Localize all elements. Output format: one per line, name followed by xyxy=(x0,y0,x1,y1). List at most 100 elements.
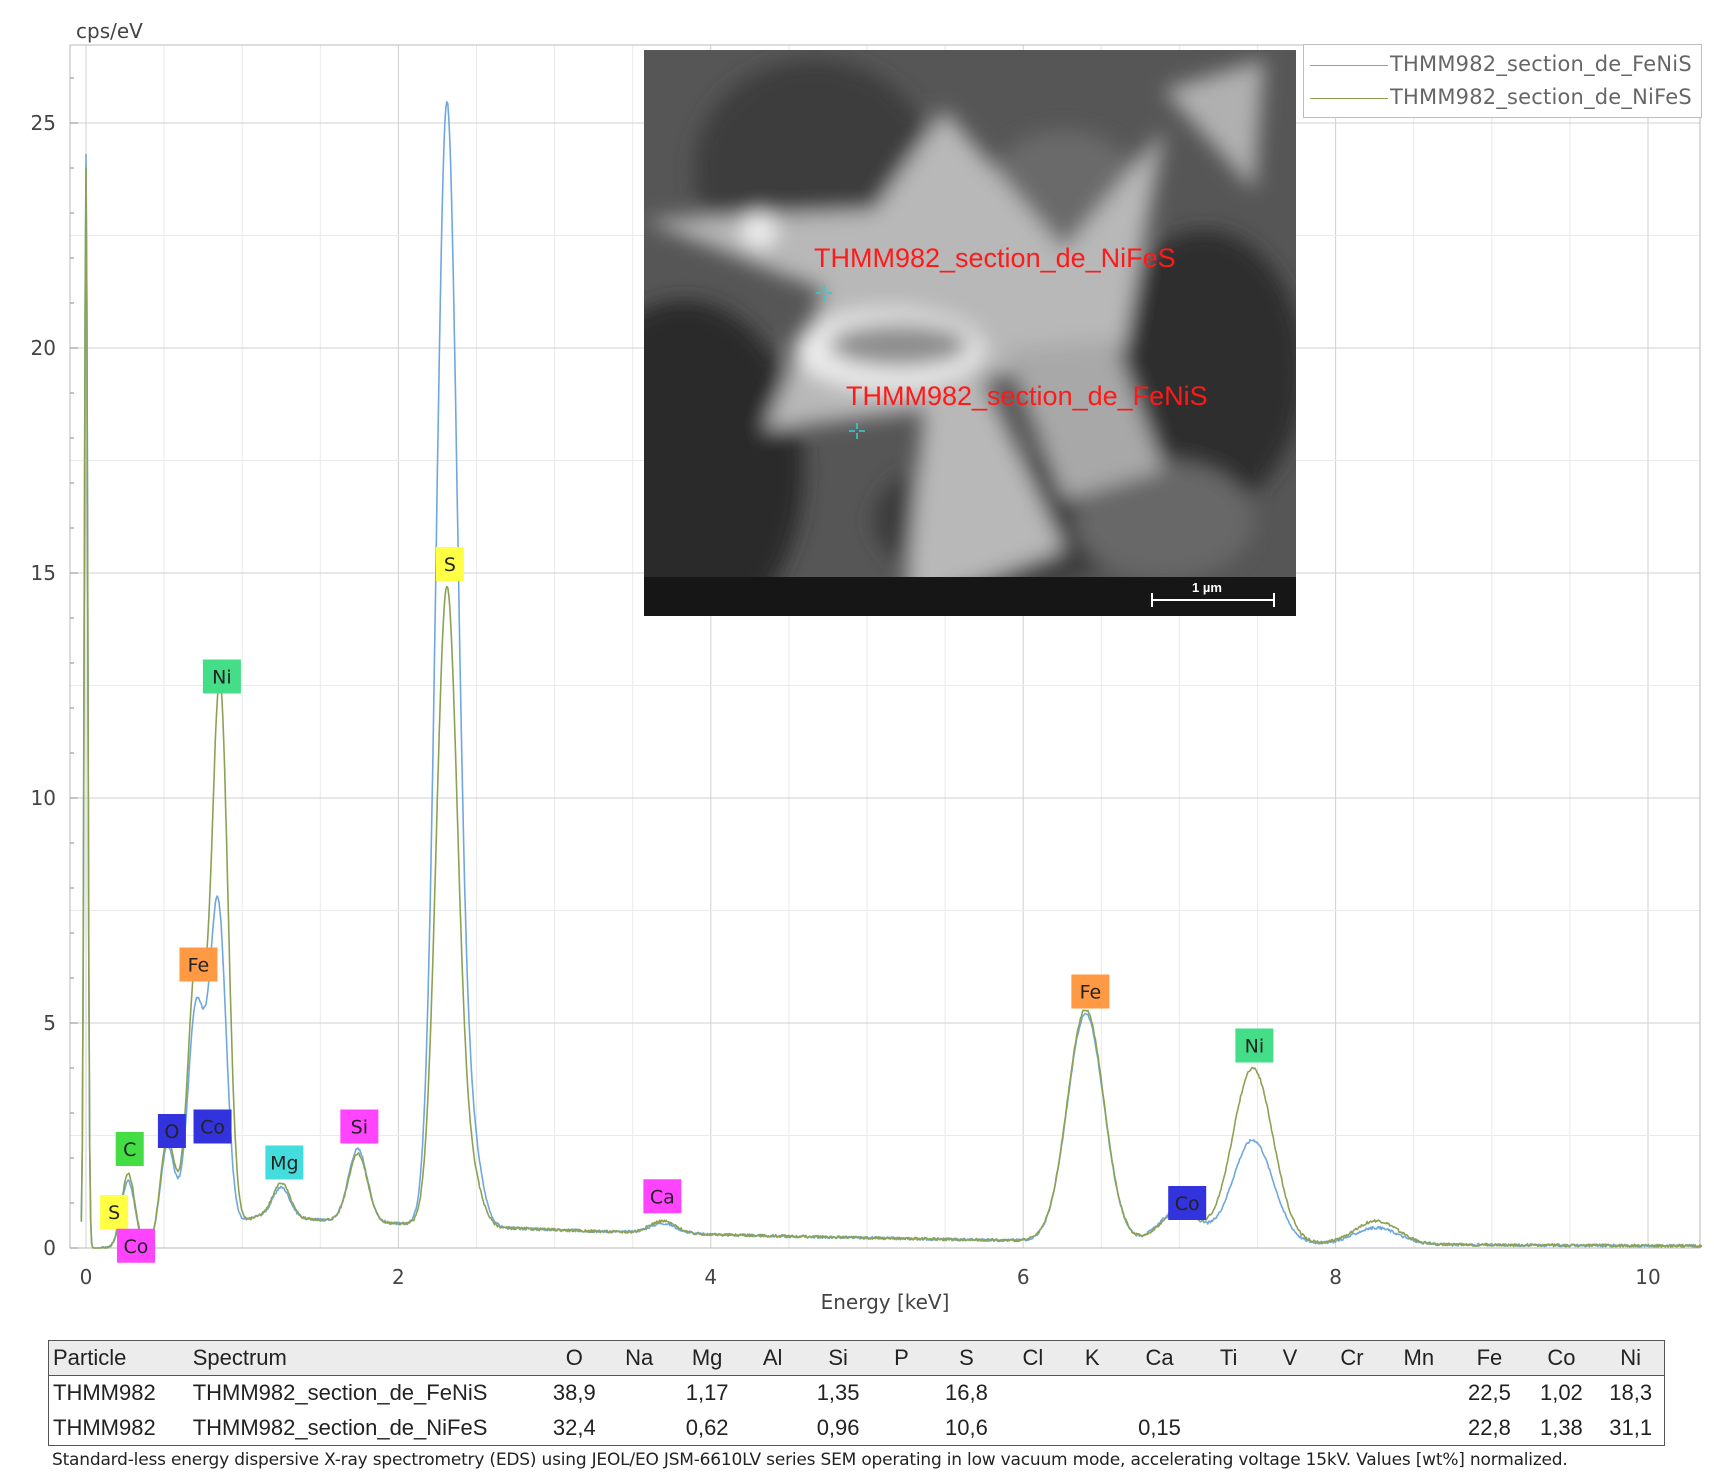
peak-label-ni: Ni xyxy=(202,659,241,694)
table-cell: 31,1 xyxy=(1609,1414,1653,1440)
column-header: Ni xyxy=(1620,1345,1642,1370)
caption: Standard-less energy dispersive X-ray sp… xyxy=(52,1450,1568,1470)
legend-label-fenis: THMM982_section_de_FeNiS xyxy=(1390,52,1692,76)
table-cell: THMM982 xyxy=(53,1380,156,1406)
peak-label-co: Co xyxy=(1168,1186,1207,1220)
eds-spectrum-chart: 0 5 10 15 20 25 0 2 4 6 8 10 S Co C O Co Fe Ni Mg Si S Ca Fe Co… xyxy=(0,0,1714,1330)
y-tick-label: 20 xyxy=(31,336,56,360)
y-axis-label: cps/eV xyxy=(76,19,143,43)
peak-label-text: Co xyxy=(1175,1193,1200,1215)
peak-label-fe: Fe xyxy=(179,947,218,982)
table-cell: THMM982_section_de_NiFeS xyxy=(192,1414,488,1440)
peak-label-ni: Ni xyxy=(1235,1028,1274,1063)
peak-label-text: Ni xyxy=(212,667,232,689)
table-cell: 16,8 xyxy=(945,1380,988,1406)
y-tick-label: 10 xyxy=(31,786,56,810)
sem-point-label-fenis: THMM982_section_de_FeNiS xyxy=(846,381,1208,411)
column-header: Ca xyxy=(1145,1345,1174,1370)
table-cell: 0,96 xyxy=(816,1414,860,1440)
peak-label-o: O xyxy=(157,1114,186,1148)
column-header: P xyxy=(894,1345,909,1370)
table-row: THMM982 THMM982_section_de_NiFeS 32,4 0,62 0… xyxy=(49,1411,1665,1446)
table-cell: 18,3 xyxy=(1609,1380,1653,1406)
table-row: THMM982 THMM982_section_de_FeNiS 38,9 1,17 1… xyxy=(49,1376,1665,1411)
table-cell: 32,4 xyxy=(552,1414,596,1440)
peak-label-text: S xyxy=(444,554,456,576)
table-cell: 22,5 xyxy=(1468,1380,1511,1406)
x-tick-label: 6 xyxy=(1017,1265,1030,1289)
table-cell xyxy=(742,1411,803,1446)
sem-micrograph-inset: THMM982_section_de_NiFeS THMM982_section… xyxy=(644,50,1296,616)
table-cell xyxy=(1062,1411,1121,1446)
table-cell xyxy=(1384,1376,1453,1411)
y-tick-label: 0 xyxy=(43,1236,56,1260)
peak-label-text: Co xyxy=(124,1236,149,1258)
table-cell xyxy=(1003,1376,1062,1411)
peak-labels: SCoCO CoFeNiMgSiSCaFeCoNi xyxy=(100,547,1274,1263)
table-cell xyxy=(873,1376,929,1411)
column-header: Al xyxy=(762,1345,783,1370)
peak-label-text: Si xyxy=(351,1117,368,1139)
y-tick-label: 5 xyxy=(43,1011,56,1035)
x-tick-label: 8 xyxy=(1329,1265,1342,1289)
table-cell: 38,9 xyxy=(552,1380,596,1406)
column-header: V xyxy=(1282,1345,1298,1370)
peak-label-co: Co xyxy=(116,1228,155,1263)
table-cell: 0,15 xyxy=(1138,1414,1181,1440)
table-cell xyxy=(1260,1411,1319,1446)
table-cell xyxy=(1122,1376,1197,1411)
peak-label-s: S xyxy=(100,1195,129,1229)
column-header: Si xyxy=(828,1345,848,1370)
peak-label-ca: Ca xyxy=(643,1179,682,1214)
peak-label-text: Fe xyxy=(1080,982,1102,1004)
legend-line-fenis xyxy=(1310,65,1388,66)
legend-item-fenis: THMM982_section_de_FeNiS xyxy=(1304,50,1701,80)
table-cell xyxy=(1384,1411,1453,1446)
table-cell: 1,02 xyxy=(1539,1380,1583,1406)
chart-legend: THMM982_section_de_FeNiS THMM982_section… xyxy=(1303,44,1702,118)
table-cell xyxy=(1003,1411,1062,1446)
peak-label-text: Mg xyxy=(270,1153,298,1175)
peak-label-fe: Fe xyxy=(1071,974,1110,1009)
column-header: Ti xyxy=(1219,1345,1238,1370)
column-header: S xyxy=(959,1345,974,1370)
peak-label-text: Ca xyxy=(650,1186,675,1208)
legend-label-nifes: THMM982_section_de_NiFeS xyxy=(1390,85,1692,109)
column-header: Na xyxy=(625,1345,654,1370)
y-tick-label: 25 xyxy=(31,111,56,135)
table-cell: 1,17 xyxy=(685,1380,729,1406)
column-header: K xyxy=(1084,1345,1100,1370)
peak-label-s: S xyxy=(435,547,464,581)
peak-label-text: Ni xyxy=(1245,1036,1265,1058)
column-header: Spectrum xyxy=(192,1345,287,1370)
column-header: O xyxy=(565,1345,583,1370)
scale-bar-label: 1 µm xyxy=(1192,580,1222,595)
table-cell xyxy=(1197,1376,1260,1411)
legend-line-nifes xyxy=(1310,98,1388,99)
sem-point-label-nifes: THMM982_section_de_NiFeS xyxy=(814,243,1176,273)
table-cell: 0,62 xyxy=(685,1414,729,1440)
column-header: Cl xyxy=(1022,1345,1044,1370)
peak-label-text: Fe xyxy=(188,955,210,977)
column-header: Co xyxy=(1547,1345,1576,1370)
column-header: Fe xyxy=(1476,1345,1503,1370)
table-cell xyxy=(1260,1376,1319,1411)
table-cell: 1,35 xyxy=(816,1380,860,1406)
column-header: Mg xyxy=(691,1345,723,1370)
table-cell xyxy=(606,1411,672,1446)
table-cell xyxy=(1062,1376,1121,1411)
column-header: Mn xyxy=(1403,1345,1435,1370)
table-cell xyxy=(1197,1411,1260,1446)
x-axis-label: Energy [keV] xyxy=(821,1290,950,1314)
table-header-row: Particle Spectrum O Na Mg Al Si P S Cl K Ca Ti V Cr Mn F… xyxy=(48,1340,1665,1376)
table-cell: 22,8 xyxy=(1468,1414,1511,1440)
peak-label-co: Co xyxy=(193,1109,232,1144)
legend-item-nifes: THMM982_section_de_NiFeS xyxy=(1304,83,1701,113)
column-header: Cr xyxy=(1340,1345,1364,1370)
table-cell xyxy=(873,1411,929,1446)
peak-label-si: Si xyxy=(340,1109,379,1144)
table-cell xyxy=(1320,1411,1384,1446)
peak-label-mg: Mg xyxy=(265,1145,304,1180)
y-tick-label: 15 xyxy=(31,561,56,585)
peak-label-text: Co xyxy=(200,1117,225,1139)
